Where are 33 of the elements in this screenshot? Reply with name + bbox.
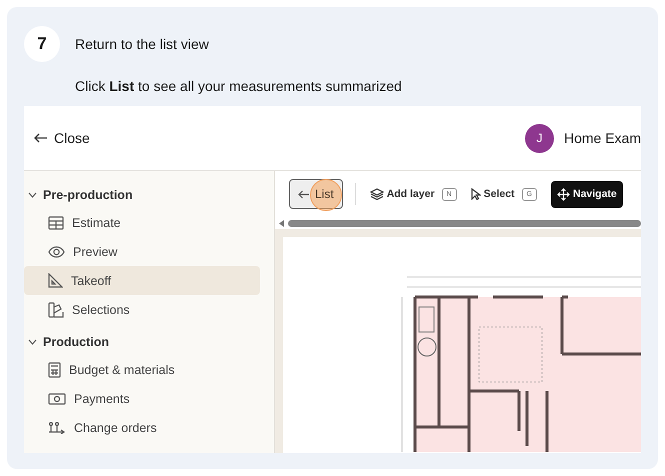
step-number-badge: 7 (24, 26, 60, 62)
back-arrow-icon (298, 190, 310, 198)
sidebar-item[interactable]: Preview (24, 237, 260, 266)
back-arrow-icon (34, 133, 48, 143)
list-button[interactable]: List (289, 179, 343, 209)
sidebar-item[interactable]: Estimate (24, 208, 260, 237)
sidebar-item[interactable]: Takeoff (24, 266, 260, 295)
sidebar-item[interactable]: Budget & materials (24, 355, 260, 384)
sidebar-item[interactable]: Payments (24, 384, 260, 413)
chevron-icon (28, 339, 37, 345)
project-name: Home Exam (564, 130, 641, 146)
sidebar-item[interactable]: Selections (24, 295, 260, 324)
sidebar-item[interactable]: Change orders (24, 413, 260, 442)
swatches-icon (48, 302, 64, 318)
section-header[interactable]: Production (24, 329, 115, 355)
horizontal-scrollbar[interactable] (288, 220, 641, 226)
table-icon (48, 216, 64, 230)
close-button[interactable]: Close (34, 130, 90, 146)
step-title: Return to the list view (75, 36, 209, 52)
branch-arrows-icon (48, 422, 66, 434)
step-description: Click List to see all your measurements summarized (75, 78, 403, 94)
avatar[interactable]: J (524, 124, 554, 152)
eye-icon (48, 246, 65, 258)
scroll-left-icon[interactable] (279, 220, 284, 226)
plan-canvas[interactable] (275, 229, 641, 453)
pointer-icon (470, 188, 481, 200)
layers-icon (370, 188, 384, 200)
move-icon (557, 188, 570, 200)
chevron-icon (28, 192, 37, 198)
section-header[interactable]: Pre-production (24, 182, 139, 208)
navigate-button[interactable]: Navigate (551, 180, 623, 208)
banknote-icon (48, 392, 66, 406)
calculator-icon (48, 362, 61, 378)
